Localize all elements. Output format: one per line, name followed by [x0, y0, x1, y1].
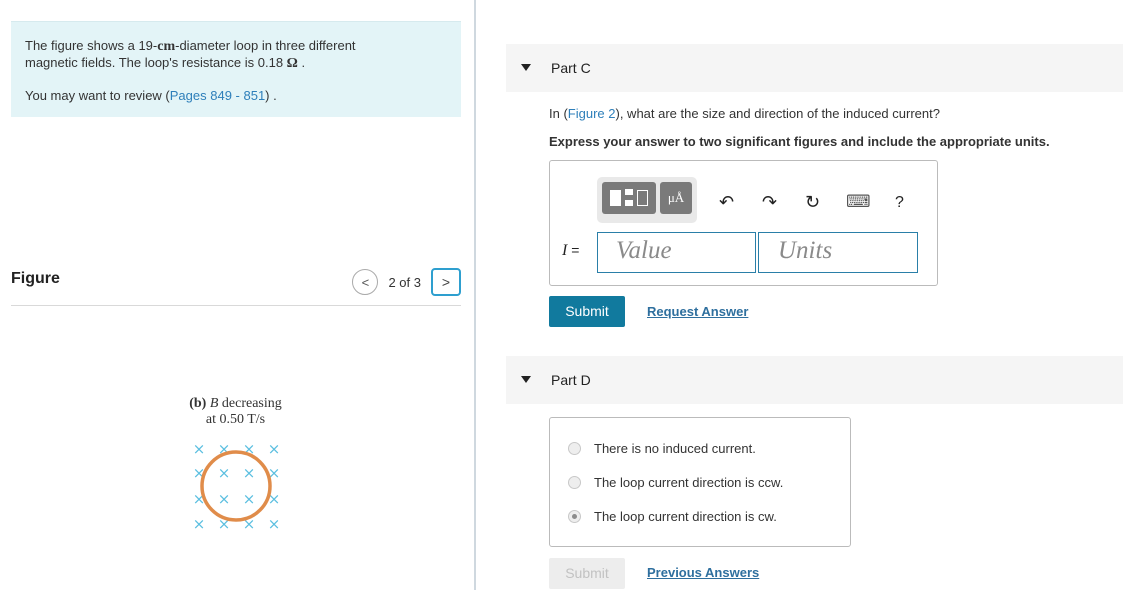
reset-icon[interactable]: ↻	[805, 192, 820, 213]
equation-label: I =	[562, 242, 579, 260]
template-icon	[610, 190, 621, 206]
part-c-header[interactable]: Part C	[506, 44, 1123, 92]
review-pre: You may want to review (	[25, 88, 170, 103]
review-post: ) .	[265, 88, 277, 103]
intro-text: The figure shows a 19-cm-diameter loop i…	[25, 38, 447, 72]
radio-button[interactable]	[568, 442, 581, 455]
field-mark: ×	[193, 515, 206, 533]
choice-option[interactable]: The loop current direction is cw.	[568, 509, 777, 524]
figure-2-link[interactable]: Figure 2	[568, 106, 616, 121]
keyboard-icon[interactable]: ⌨	[846, 192, 871, 212]
part-c-submit-button[interactable]: Submit	[549, 296, 625, 327]
problem-panel: The figure shows a 19-cm-diameter loop i…	[0, 0, 476, 590]
redo-icon[interactable]: ↷	[762, 192, 777, 213]
choice-label: There is no induced current.	[594, 441, 756, 456]
intro-line2-post: .	[297, 55, 306, 70]
template-icon-part	[637, 190, 648, 206]
review-text: You may want to review (Pages 849 - 851)…	[25, 88, 447, 104]
value-input[interactable]: Value	[597, 232, 756, 273]
intro-line1-pre: The figure shows a 19-	[25, 38, 158, 53]
intro-unit-cm: cm	[157, 39, 176, 54]
problem-intro: The figure shows a 19-cm-diameter loop i…	[11, 21, 461, 117]
intro-unit-ohm: Ω	[286, 56, 298, 71]
figure-header: Figure < 2 of 3 >	[11, 266, 461, 306]
units-input[interactable]: Units	[758, 232, 918, 273]
collapse-triangle-icon	[521, 64, 531, 71]
units-symbol-button[interactable]: μÅ	[660, 182, 692, 214]
template-icon-part	[625, 189, 633, 195]
part-d-submit-button[interactable]: Submit	[549, 558, 625, 589]
figure-caption: (b) B decreasing at 0.50 T/s	[178, 396, 293, 428]
choice-label: The loop current direction is cw.	[594, 509, 777, 524]
radio-button-selected[interactable]	[568, 510, 581, 523]
math-toolbar: μÅ	[597, 177, 697, 223]
field-mark: ×	[268, 515, 281, 533]
next-figure-button[interactable]: >	[431, 268, 461, 296]
chevron-left-icon: <	[361, 274, 370, 290]
templates-button[interactable]	[602, 182, 656, 214]
part-d-header[interactable]: Part D	[506, 356, 1123, 404]
caption-rate: at 0.50 T/s	[205, 412, 266, 427]
figure-title: Figure	[11, 270, 60, 287]
field-mark: ×	[193, 440, 206, 458]
intro-line2-pre: magnetic fields. The loop's resistance i…	[25, 55, 287, 70]
field-mark: ×	[218, 490, 231, 508]
field-mark: ×	[218, 464, 231, 482]
figure-page-count: 2 of 3	[388, 274, 421, 290]
field-mark: ×	[243, 490, 256, 508]
collapse-triangle-icon	[521, 376, 531, 383]
prev-figure-button[interactable]: <	[352, 269, 379, 295]
field-mark: ×	[243, 464, 256, 482]
help-icon[interactable]: ?	[895, 194, 904, 212]
undo-icon[interactable]: ↶	[719, 192, 734, 213]
radio-button[interactable]	[568, 476, 581, 489]
part-c-instruction: Express your answer to two significant f…	[549, 134, 1050, 149]
field-mark: ×	[268, 440, 281, 458]
part-d-choices: There is no induced current. The loop cu…	[549, 417, 851, 547]
review-pages-link[interactable]: Pages 849 - 851	[170, 88, 265, 103]
loop-figure: × × × × × × × × × × × × × × × ×	[193, 440, 281, 533]
part-c-title: Part C	[551, 60, 591, 76]
template-icon-part	[625, 200, 633, 206]
previous-answers-link[interactable]: Previous Answers	[647, 565, 759, 580]
figure-pager: < 2 of 3 >	[352, 268, 461, 296]
equation-equals: =	[567, 242, 580, 258]
chevron-right-icon: >	[441, 274, 451, 290]
caption-label: (b)	[189, 396, 207, 411]
wire-loop	[200, 450, 272, 522]
intro-line1-post: -diameter loop in three different	[175, 38, 356, 53]
caption-word: decreasing	[218, 396, 282, 411]
question-pre: In (	[549, 106, 568, 121]
question-post: ), what are the size and direction of th…	[615, 106, 940, 121]
choice-option[interactable]: There is no induced current.	[568, 441, 756, 456]
request-answer-link[interactable]: Request Answer	[647, 304, 748, 319]
part-c-question: In (Figure 2), what are the size and dir…	[549, 106, 940, 121]
part-d-title: Part D	[551, 372, 591, 388]
choice-option[interactable]: The loop current direction is ccw.	[568, 475, 783, 490]
choice-label: The loop current direction is ccw.	[594, 475, 784, 490]
